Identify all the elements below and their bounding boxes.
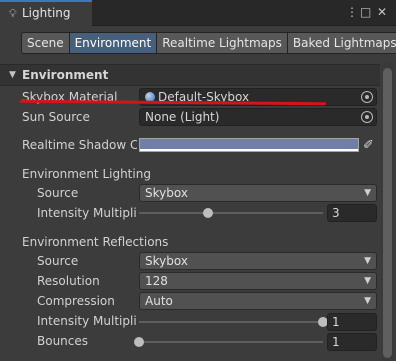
reflection-source-dropdown[interactable]: Skybox ▼ [139,252,377,270]
chevron-down-icon: ▼ [364,276,371,286]
compression-dropdown[interactable]: Auto ▼ [139,292,377,310]
vertical-scrollbar[interactable] [381,62,394,361]
sun-source-value: None (Light) [145,110,220,124]
chevron-down-icon: ▼ [364,188,371,198]
window-titlebar: 💡︎ Lighting ⋮ □ ✕ [0,0,396,26]
section-title: Environment [22,68,109,82]
close-icon[interactable]: ✕ [377,5,387,19]
object-picker-icon[interactable] [361,111,373,123]
sun-source-field[interactable]: None (Light) [139,108,377,126]
reflection-source-value: Skybox [145,254,188,268]
reflection-intensity-label: Intensity Multiplie [37,314,137,328]
bounces-slider[interactable] [139,341,323,343]
compression-label: Compression [37,294,115,308]
lighting-intensity-input[interactable]: 3 [327,204,377,222]
window-tab-lighting[interactable]: 💡︎ Lighting [0,0,92,26]
slider-thumb[interactable] [203,208,213,218]
compression-value: Auto [145,294,173,308]
alpha-bar [140,149,358,151]
environment-lighting-header: Environment Lighting [22,167,151,181]
scrollbar-thumb[interactable] [383,68,392,358]
chevron-down-icon: ▼ [364,296,371,306]
tab-baked-lightmaps[interactable]: Baked Lightmaps [287,33,396,53]
tab-realtime-lightmaps[interactable]: Realtime Lightmaps [157,33,288,53]
realtime-shadow-color-label: Realtime Shadow Co [22,138,137,152]
resolution-label: Resolution [37,274,100,288]
lighting-intensity-slider[interactable] [139,212,323,214]
lighting-tabs: Scene Environment Realtime Lightmaps Bak… [21,32,396,54]
object-picker-icon[interactable] [361,91,373,103]
maximize-icon[interactable]: □ [360,5,371,19]
reflection-intensity-slider[interactable] [139,321,323,323]
lighting-intensity-label: Intensity Multiplie [37,206,137,220]
chevron-down-icon: ▼ [364,256,371,266]
eyedropper-icon[interactable]: ✐ [363,138,374,153]
lighting-source-value: Skybox [145,186,188,200]
reflection-intensity-input[interactable]: 1 [327,313,377,331]
sun-source-label: Sun Source [22,110,90,124]
foldout-arrow-icon[interactable]: ▼ [9,70,16,80]
tab-scene[interactable]: Scene [22,33,70,53]
resolution-dropdown[interactable]: 128 ▼ [139,272,377,290]
bounces-input[interactable]: 1 [327,333,377,351]
slider-thumb[interactable] [134,337,144,347]
more-vert-icon[interactable]: ⋮ [346,5,358,19]
tab-environment[interactable]: Environment [69,33,158,53]
window-title: Lighting [22,6,71,20]
bounces-label: Bounces [37,334,89,348]
reflection-source-label: Source [37,254,79,268]
lightbulb-icon: 💡︎ [9,7,17,20]
lighting-source-label: Source [37,186,79,200]
lighting-source-dropdown[interactable]: Skybox ▼ [139,184,377,202]
environment-section-header[interactable]: ▼ Environment [0,64,380,86]
resolution-value: 128 [145,274,168,288]
realtime-shadow-color-field[interactable] [139,138,359,152]
environment-reflections-header: Environment Reflections [22,235,169,249]
